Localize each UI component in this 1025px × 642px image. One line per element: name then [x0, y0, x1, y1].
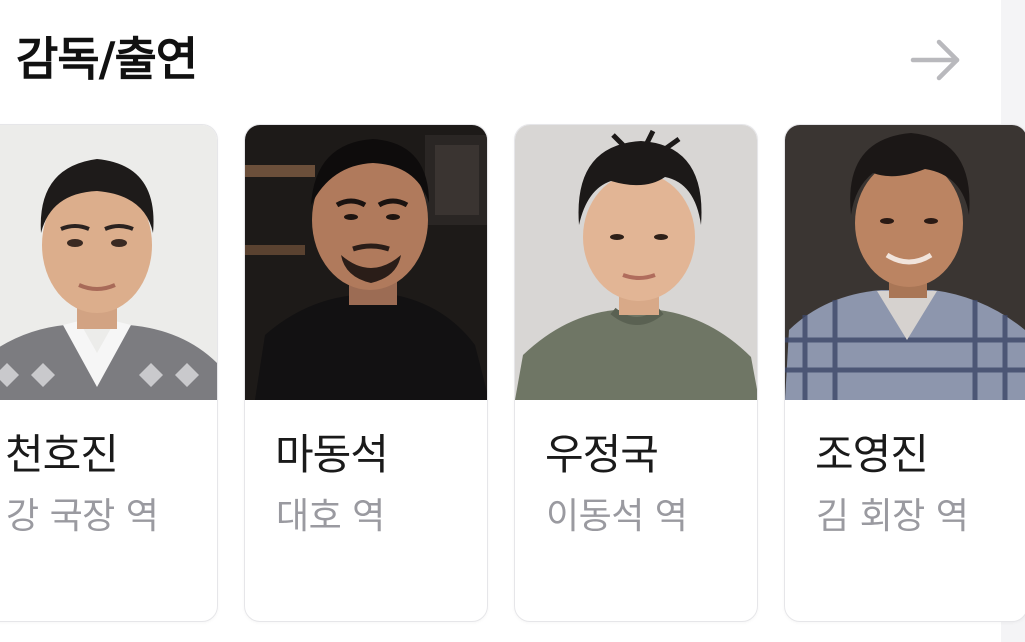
- cast-name: 우정국: [545, 430, 659, 479]
- cast-role: 이동석 역: [546, 496, 688, 537]
- arrow-right-icon: [910, 39, 960, 81]
- cast-card[interactable]: 우정국 이동석 역: [514, 124, 758, 622]
- cast-list: 천호진 강 국장 역 마동석 대호 역 우정국 이동석 역 조영진 김 회장 역: [0, 124, 1025, 624]
- cast-name: 마동석: [275, 430, 389, 479]
- cast-name: 조영진: [815, 430, 929, 479]
- cast-name: 천호진: [5, 430, 119, 479]
- cast-role: 대호 역: [276, 496, 385, 537]
- cast-card[interactable]: 조영진 김 회장 역: [784, 124, 1025, 622]
- cast-photo: [785, 125, 1025, 400]
- cast-role: 강 국장 역: [6, 496, 159, 537]
- cast-more-button[interactable]: [900, 30, 970, 90]
- cast-card[interactable]: 마동석 대호 역: [244, 124, 488, 622]
- section-title: 감독/출연: [16, 32, 198, 86]
- cast-photo: [245, 125, 487, 400]
- cast-photo: [0, 125, 217, 400]
- cast-role: 김 회장 역: [816, 496, 969, 537]
- cast-photo: [515, 125, 757, 400]
- cast-card[interactable]: 천호진 강 국장 역: [0, 124, 218, 622]
